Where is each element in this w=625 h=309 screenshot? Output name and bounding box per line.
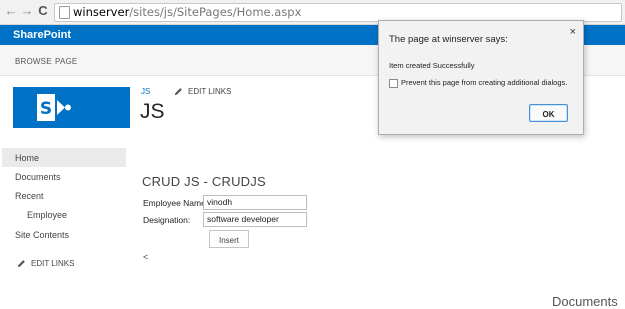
ok-button[interactable]: OK (529, 104, 568, 122)
url-path: /sites/js/SitePages/Home.aspx (129, 5, 302, 19)
employee-name-label: Employee Name: (143, 198, 209, 208)
dialog-title: The page at winserver says: (389, 34, 508, 45)
edit-links-left-label: EDIT LINKS (31, 259, 75, 268)
pencil-icon (17, 260, 25, 268)
nav-item-recent[interactable]: Recent (15, 191, 44, 201)
tab-page[interactable]: PAGE (55, 57, 77, 66)
forward-arrow-icon[interactable]: → (20, 3, 34, 19)
designation-input[interactable] (203, 212, 307, 227)
tab-browse[interactable]: BROWSE (15, 57, 52, 66)
edit-links-top[interactable]: EDIT LINKS (174, 87, 231, 96)
alert-dialog: The page at winserver says: × Item creat… (378, 20, 584, 135)
insert-button[interactable]: Insert (209, 230, 249, 248)
site-logo[interactable]: S (13, 87, 130, 128)
close-icon[interactable]: × (570, 27, 576, 38)
documents-heading[interactable]: Documents (552, 294, 618, 309)
site-title: JS (140, 100, 165, 123)
address-url: winserver/sites/js/SitePages/Home.aspx (73, 5, 301, 20)
nav-item-documents[interactable]: Documents (15, 172, 61, 182)
sharepoint-brand[interactable]: SharePoint (13, 28, 71, 42)
designation-label: Designation: (143, 215, 191, 225)
nav-item-home[interactable]: Home (15, 153, 39, 163)
dialog-message: Item created Successfully (389, 61, 475, 70)
svg-text:S: S (40, 99, 52, 119)
breadcrumb-js[interactable]: JS (141, 87, 150, 96)
section-title: CRUD JS - CRUDJS (142, 174, 266, 189)
employee-name-input[interactable] (203, 195, 307, 210)
pencil-icon (174, 88, 182, 96)
edit-links-left[interactable]: EDIT LINKS (17, 259, 74, 268)
page-icon (59, 6, 70, 19)
edit-links-label: EDIT LINKS (188, 87, 232, 96)
nav-item-employee[interactable]: Employee (27, 210, 67, 220)
back-arrow-icon[interactable]: ← (4, 3, 18, 19)
prevent-dialogs-checkbox[interactable] (389, 79, 398, 88)
back-link[interactable]: < (143, 252, 148, 262)
prevent-dialogs-label[interactable]: Prevent this page from creating addition… (401, 78, 567, 87)
nav-item-site-contents[interactable]: Site Contents (15, 230, 69, 240)
reload-icon[interactable]: C (36, 3, 50, 19)
url-host: winserver (73, 5, 130, 19)
sharepoint-logo-icon: S (37, 94, 71, 121)
